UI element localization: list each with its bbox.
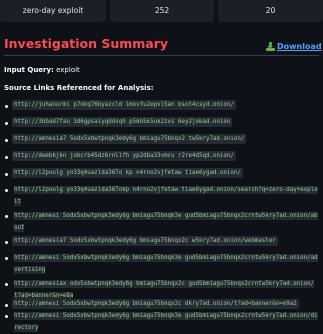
bullet (5, 139, 8, 142)
stat-cell-sources: 20 (218, 0, 323, 22)
input-query-label: Input Query: (4, 66, 54, 74)
bullet (5, 315, 8, 318)
source-link[interactable]: http://juhanurmi p7nkq76byazcld lmovfu2e… (12, 100, 236, 110)
stat-cell-query: zero-day exploit (0, 0, 106, 22)
download-icon (266, 42, 275, 51)
input-query: Input Query: exploit (4, 66, 80, 74)
source-link[interactable]: http://dwebkjkn jobcrb45dz6rnllfh yp2dba… (12, 151, 236, 161)
bullet (5, 105, 8, 108)
bullet (5, 189, 8, 192)
bullet (5, 215, 8, 218)
source-link[interactable]: http://3bbad7fau 3d6gpsaiyqddsqh p56b5k5… (12, 117, 233, 127)
source-link[interactable]: http://amnesi 5odx5xbwtpnqk3edy6g bmiagu… (12, 210, 322, 234)
bullet (5, 304, 8, 307)
bullet (5, 173, 8, 176)
bullet (5, 283, 8, 286)
source-link[interactable]: http://l2poulg yo33q4uazlda36To kp n4rno… (12, 168, 243, 178)
stats-row: zero-day exploit 252 20 (0, 0, 323, 24)
page-title: Investigation Summary (4, 36, 169, 51)
stat-cell-count: 252 (110, 0, 214, 22)
bullet (5, 257, 8, 260)
download-label: Download (277, 42, 322, 51)
source-link[interactable]: http://amnesi 5odx5xbwtpnqk3edy6g bmiagu… (12, 299, 299, 309)
source-link[interactable]: http://amnesi 5odx5xbwtpnqk3edy6g bmiagu… (12, 310, 322, 334)
source-link[interactable]: http://amnesia7 5odx5xbwtpnqk3edy6g bmia… (12, 236, 278, 246)
input-query-value: exploit (56, 66, 80, 74)
source-link[interactable]: http://l2poulg yo33q4uazlda36Tokp n4rno2… (12, 184, 322, 208)
source-link[interactable]: http://amnesi 5odx5xbwtpnqk3edy6g bmiagu… (12, 252, 322, 276)
sources-heading: Source Links Referenced for Analysis: (4, 84, 154, 92)
source-link[interactable]: http://amnesia7 5odx5xbwtpnqk3edy6g bmia… (12, 134, 247, 144)
bullet (5, 156, 8, 159)
download-link[interactable]: Download (266, 42, 322, 51)
divider (4, 55, 319, 56)
bullet (5, 122, 8, 125)
bullet (5, 241, 8, 244)
